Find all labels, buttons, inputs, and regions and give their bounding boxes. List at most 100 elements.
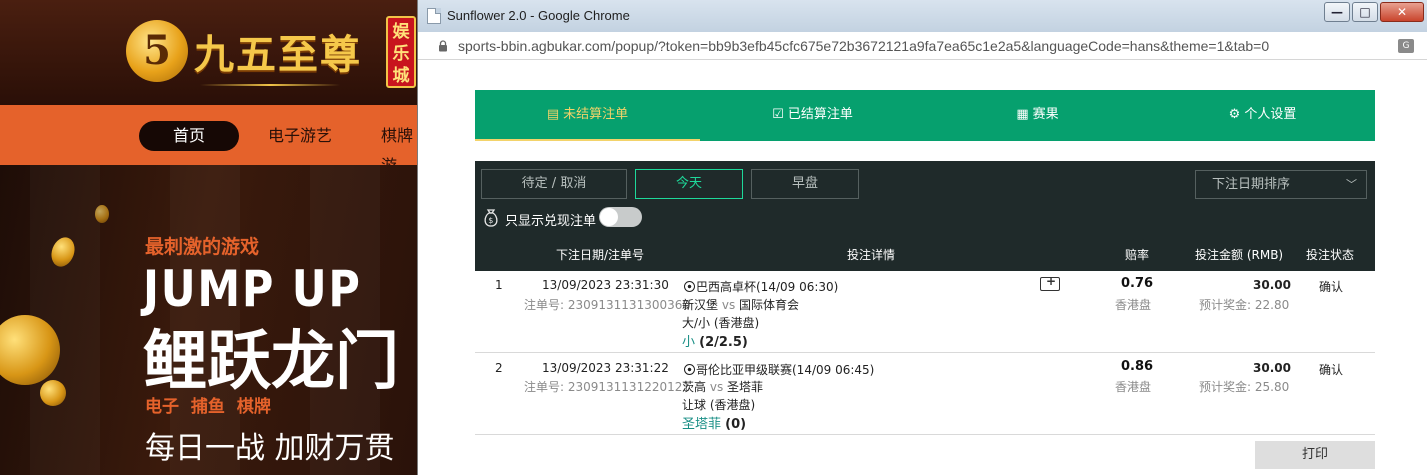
message-icon[interactable] (1040, 274, 1060, 291)
cashout-only-label: 只显示兑现注单 (505, 214, 597, 229)
selection-label: 小 (682, 335, 696, 350)
tab-results[interactable]: ▦ 赛果 (925, 90, 1150, 141)
tab-label: 未结算注单 (563, 107, 629, 122)
row-index: 1 (495, 278, 503, 292)
nav-chess-cards[interactable]: 棋牌游 (381, 121, 420, 175)
football-icon (684, 364, 695, 375)
away-team: 圣塔菲 (727, 380, 764, 394)
sort-select-value: 下注日期排序 (1212, 177, 1291, 192)
banner-subtitle: 最刺激的游戏 (145, 236, 260, 258)
ledger-icon: ▤ (546, 107, 560, 122)
page-icon (427, 8, 441, 24)
bet-tabs: ▤ 未结算注单 ☑ 已结算注单 ▦ 赛果 ⚙ 个人设置 (475, 90, 1375, 141)
vs-label: vs (709, 380, 724, 394)
bet-selection: 小 (2/2.5) (682, 331, 748, 350)
league-name: 巴西高卓杯(14/09 06:30) (684, 278, 838, 295)
odds-value: 0.76 (1121, 276, 1154, 291)
stake-amount: 30.00 (1253, 278, 1291, 292)
site-header: 5 九五至尊 娱 乐 城 (0, 0, 420, 105)
selection-line: (2/2.5) (699, 335, 748, 350)
header-stake: 投注金额 (RMB) (1195, 248, 1284, 262)
tab-personal-settings[interactable]: ⚙ 个人设置 (1150, 90, 1375, 141)
selection-line: (0) (725, 417, 747, 432)
estimated-payout: 预计奖金: 25.80 (1199, 380, 1290, 394)
tab-label: 赛果 (1032, 107, 1059, 122)
home-team: 茨高 (682, 380, 707, 394)
tab-settled-bets[interactable]: ☑ 已结算注单 (700, 90, 925, 141)
logo-emblem[interactable]: 5 (126, 20, 188, 82)
odds-type: 香港盘 (1115, 298, 1152, 312)
logo-text[interactable]: 九五至尊 (194, 22, 362, 80)
address-bar[interactable]: sports-bbin.agbukar.com/popup/?token=bb9… (418, 32, 1427, 60)
chevron-down-icon: ﹀ (1346, 178, 1357, 191)
logo-badge-char: 城 (392, 66, 410, 86)
close-button[interactable]: ✕ (1380, 2, 1424, 22)
odds-type: 香港盘 (1115, 380, 1152, 394)
background-site: 5 九五至尊 娱 乐 城 首页 电子游艺 棋牌游 最刺激的游戏 JUMP UP … (0, 0, 420, 475)
estimated-payout: 预计奖金: 22.80 (1199, 298, 1290, 312)
odds-value: 0.86 (1121, 359, 1154, 374)
nav-home[interactable]: 首页 (139, 121, 239, 151)
vs-label: vs (721, 298, 736, 312)
league-name: 哥伦比亚甲级联赛(14/09 06:45) (684, 361, 874, 378)
logo-badge-char: 娱 (392, 22, 410, 42)
print-button[interactable]: 打印 (1255, 441, 1375, 469)
banner-slogan: 每日一战 加财万贯 (145, 431, 395, 466)
bet-status: 确认 (1319, 280, 1344, 294)
tab-label: 已结算注单 (787, 107, 853, 122)
bet-market: 让球 (香港盘) (682, 398, 756, 412)
url-text[interactable]: sports-bbin.agbukar.com/popup/?token=bb9… (458, 38, 1269, 54)
scoreboard-icon: ▦ (1016, 107, 1029, 122)
lock-icon[interactable] (438, 40, 448, 52)
bet-datetime: 13/09/2023 23:31:30 (542, 278, 669, 292)
ticket-number: 注单号: 2309131131300360 (524, 298, 691, 312)
window-titlebar[interactable]: Sunflower 2.0 - Google Chrome — □ ✕ (418, 0, 1427, 32)
chrome-popup-window: Sunflower 2.0 - Google Chrome — □ ✕ spor… (417, 0, 1427, 475)
match-teams: 茨高 vs 圣塔菲 (682, 378, 763, 395)
minimize-button[interactable]: — (1324, 2, 1350, 22)
coin-image (40, 380, 66, 406)
bet-datetime: 13/09/2023 23:31:22 (542, 361, 669, 375)
bet-selection: 圣塔菲 (0) (682, 413, 746, 432)
header-date-ticket: 下注日期/注单号 (556, 248, 645, 262)
header-status: 投注状态 (1306, 248, 1355, 262)
header-odds: 赔率 (1125, 248, 1150, 262)
logo-badge: 娱 乐 城 (386, 16, 416, 88)
bets-table-header: 下注日期/注单号 投注详情 赔率 投注金额 (RMB) 投注状态 (475, 237, 1375, 269)
away-team: 国际体育会 (739, 298, 800, 312)
filter-pending-cancelled[interactable]: 待定 / 取消 (481, 169, 627, 199)
league-label: 哥伦比亚甲级联赛(14/09 06:45) (696, 363, 875, 377)
table-row[interactable]: 1 13/09/2023 23:31:30 注单号: 2309131131300… (475, 270, 1375, 353)
filter-today[interactable]: 今天 (635, 169, 743, 199)
cashout-only-toggle[interactable] (599, 207, 642, 227)
gear-icon: ⚙ (1228, 107, 1241, 122)
nav-electronic-games[interactable]: 电子游艺 (268, 121, 332, 151)
logo-flourish (200, 84, 340, 86)
tab-unsettled-bets[interactable]: ▤ 未结算注单 (475, 90, 700, 141)
bet-status: 确认 (1319, 363, 1344, 377)
promo-banner[interactable]: 最刺激的游戏 JUMP UP 鲤跃龙门 电子 捕鱼 棋牌 每日一战 加财万贯 (0, 165, 420, 475)
window-title: Sunflower 2.0 - Google Chrome (447, 8, 630, 23)
match-teams: 新汉堡 vs 国际体育会 (682, 296, 799, 313)
football-icon (684, 281, 695, 292)
banner-headline-cn: 鲤跃龙门 (143, 325, 399, 399)
bet-market: 大/小 (香港盘) (682, 316, 760, 330)
sort-select[interactable]: 下注日期排序 ﹀ (1195, 170, 1367, 199)
money-bag-icon: $ (482, 208, 500, 227)
home-team: 新汉堡 (682, 298, 719, 312)
translate-icon[interactable]: G (1398, 39, 1414, 53)
maximize-button[interactable]: □ (1352, 2, 1378, 22)
coin-image (95, 205, 109, 223)
logo-badge-char: 乐 (392, 44, 410, 64)
league-label: 巴西高卓杯(14/09 06:30) (696, 280, 839, 294)
filter-early[interactable]: 早盘 (751, 169, 859, 199)
site-nav: 首页 电子游艺 棋牌游 (0, 105, 420, 175)
selection-label: 圣塔菲 (682, 417, 722, 432)
banner-categories: 电子 捕鱼 棋牌 (145, 397, 271, 417)
toggle-knob (600, 208, 618, 226)
ticket-number: 注单号: 2309131131220121 (524, 380, 691, 394)
table-row[interactable]: 2 13/09/2023 23:31:22 注单号: 2309131131220… (475, 353, 1375, 435)
row-index: 2 (495, 361, 503, 375)
tab-label: 个人设置 (1244, 107, 1297, 122)
header-bet-details: 投注详情 (847, 248, 896, 262)
